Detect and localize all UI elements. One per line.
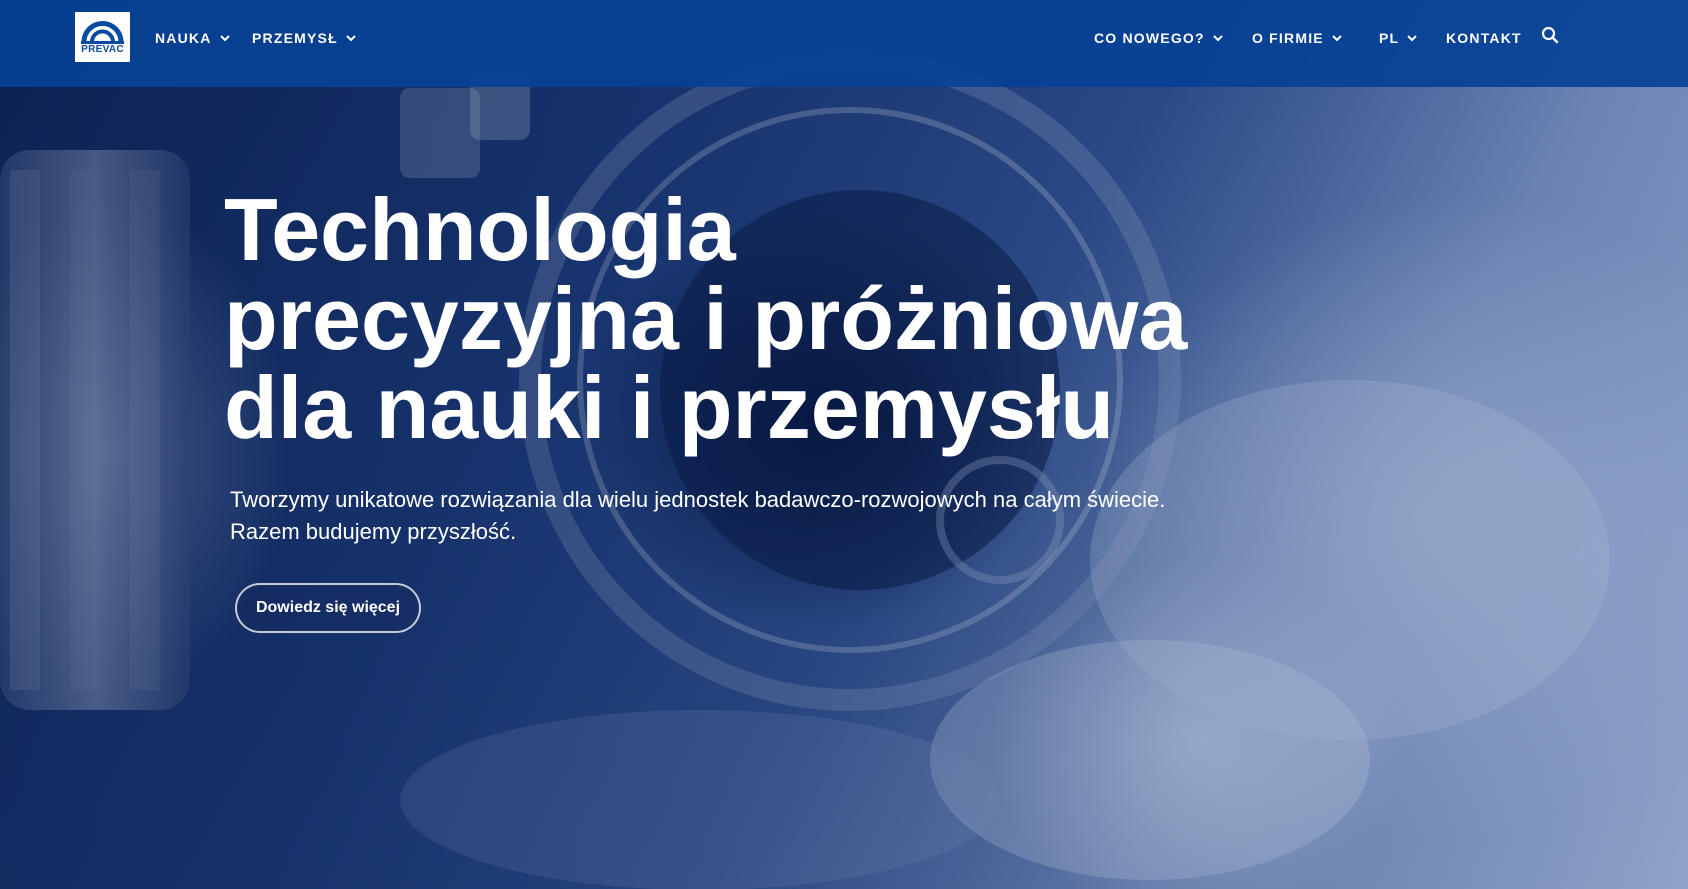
hero-title-line: Technologia: [224, 180, 736, 279]
hero-title-line: dla nauki i przemysłu: [224, 358, 1115, 457]
hero-subtitle: Tworzymy unikatowe rozwiązania dla wielu…: [230, 484, 1230, 548]
nav-item-label: PRZEMYSŁ: [252, 30, 338, 46]
nav-item-language[interactable]: PL: [1379, 28, 1418, 48]
chevron-down-icon: [346, 35, 356, 42]
hero-subtitle-line: Razem budujemy przyszłość.: [230, 519, 517, 544]
search-icon[interactable]: [1541, 26, 1559, 44]
top-navigation-bar: PREVAC NAUKA PRZEMYSŁ CO NOWEGO? O FIRMI…: [0, 0, 1688, 87]
chevron-down-icon: [1407, 35, 1418, 42]
nav-item-przemysl[interactable]: PRZEMYSŁ: [252, 28, 357, 48]
nav-item-label: PL: [1379, 30, 1400, 46]
logo-text: PREVAC: [81, 44, 124, 55]
nav-item-o-firmie[interactable]: O FIRMIE: [1252, 28, 1343, 48]
hero-subtitle-line: Tworzymy unikatowe rozwiązania dla wielu…: [230, 487, 1166, 512]
chevron-down-icon: [219, 35, 230, 42]
nav-item-label: CO NOWEGO?: [1094, 30, 1205, 46]
chevron-down-icon: [1213, 35, 1223, 42]
nav-item-label: O FIRMIE: [1252, 30, 1324, 46]
nav-item-label: KONTAKT: [1446, 30, 1522, 46]
chevron-down-icon: [1332, 35, 1342, 42]
logo-arc-icon: [81, 21, 124, 44]
nav-item-label: NAUKA: [155, 30, 212, 46]
nav-item-kontakt[interactable]: KONTAKT: [1446, 28, 1522, 48]
hero-title: Technologia precyzyjna i próżniowa dla n…: [224, 185, 1224, 452]
prevac-logo[interactable]: PREVAC: [75, 12, 130, 62]
nav-item-co-nowego[interactable]: CO NOWEGO?: [1094, 28, 1224, 48]
learn-more-button[interactable]: Dowiedz się więcej: [235, 583, 421, 633]
hero-title-line: precyzyjna i próżniowa: [224, 269, 1188, 368]
nav-item-nauka[interactable]: NAUKA: [155, 28, 231, 48]
